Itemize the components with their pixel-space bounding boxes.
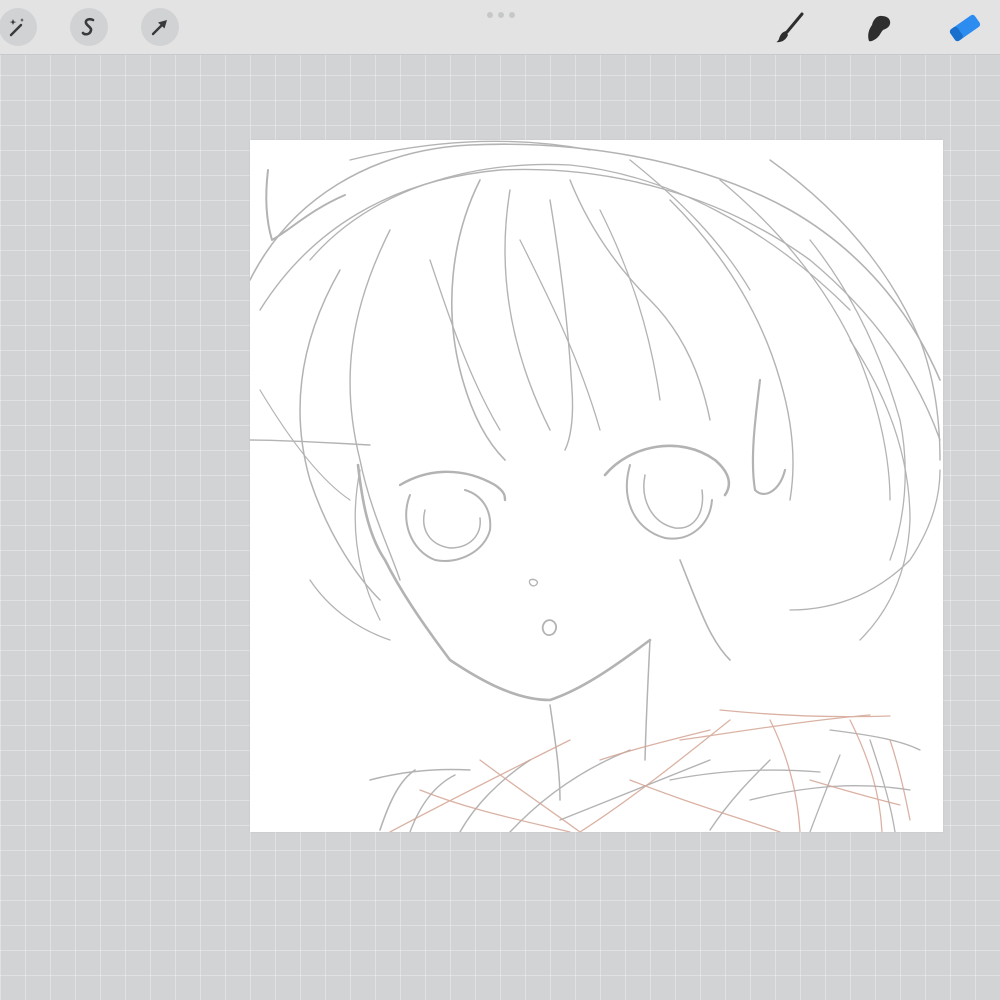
- selection-s-icon: [81, 17, 95, 36]
- eraser-icon: [949, 14, 981, 42]
- magic-wand-icon: [9, 18, 24, 37]
- smudge-button[interactable]: [858, 8, 898, 48]
- drawing-canvas[interactable]: [250, 140, 943, 832]
- brush-button[interactable]: [770, 8, 810, 48]
- adjustments-button[interactable]: [0, 8, 37, 46]
- handle-dot: [487, 12, 493, 18]
- arrow-cursor-icon: [151, 20, 167, 36]
- eraser-button[interactable]: [945, 8, 985, 48]
- smudge-icon: [868, 15, 891, 42]
- handle-dot: [509, 12, 515, 18]
- transform-button[interactable]: [141, 8, 179, 46]
- handle-dot: [498, 12, 504, 18]
- sketch-artwork: [250, 140, 941, 832]
- brush-icon: [776, 12, 804, 43]
- selection-button[interactable]: [70, 8, 108, 46]
- top-toolbar: [0, 0, 1000, 55]
- toolbar-drag-handle[interactable]: [487, 12, 515, 18]
